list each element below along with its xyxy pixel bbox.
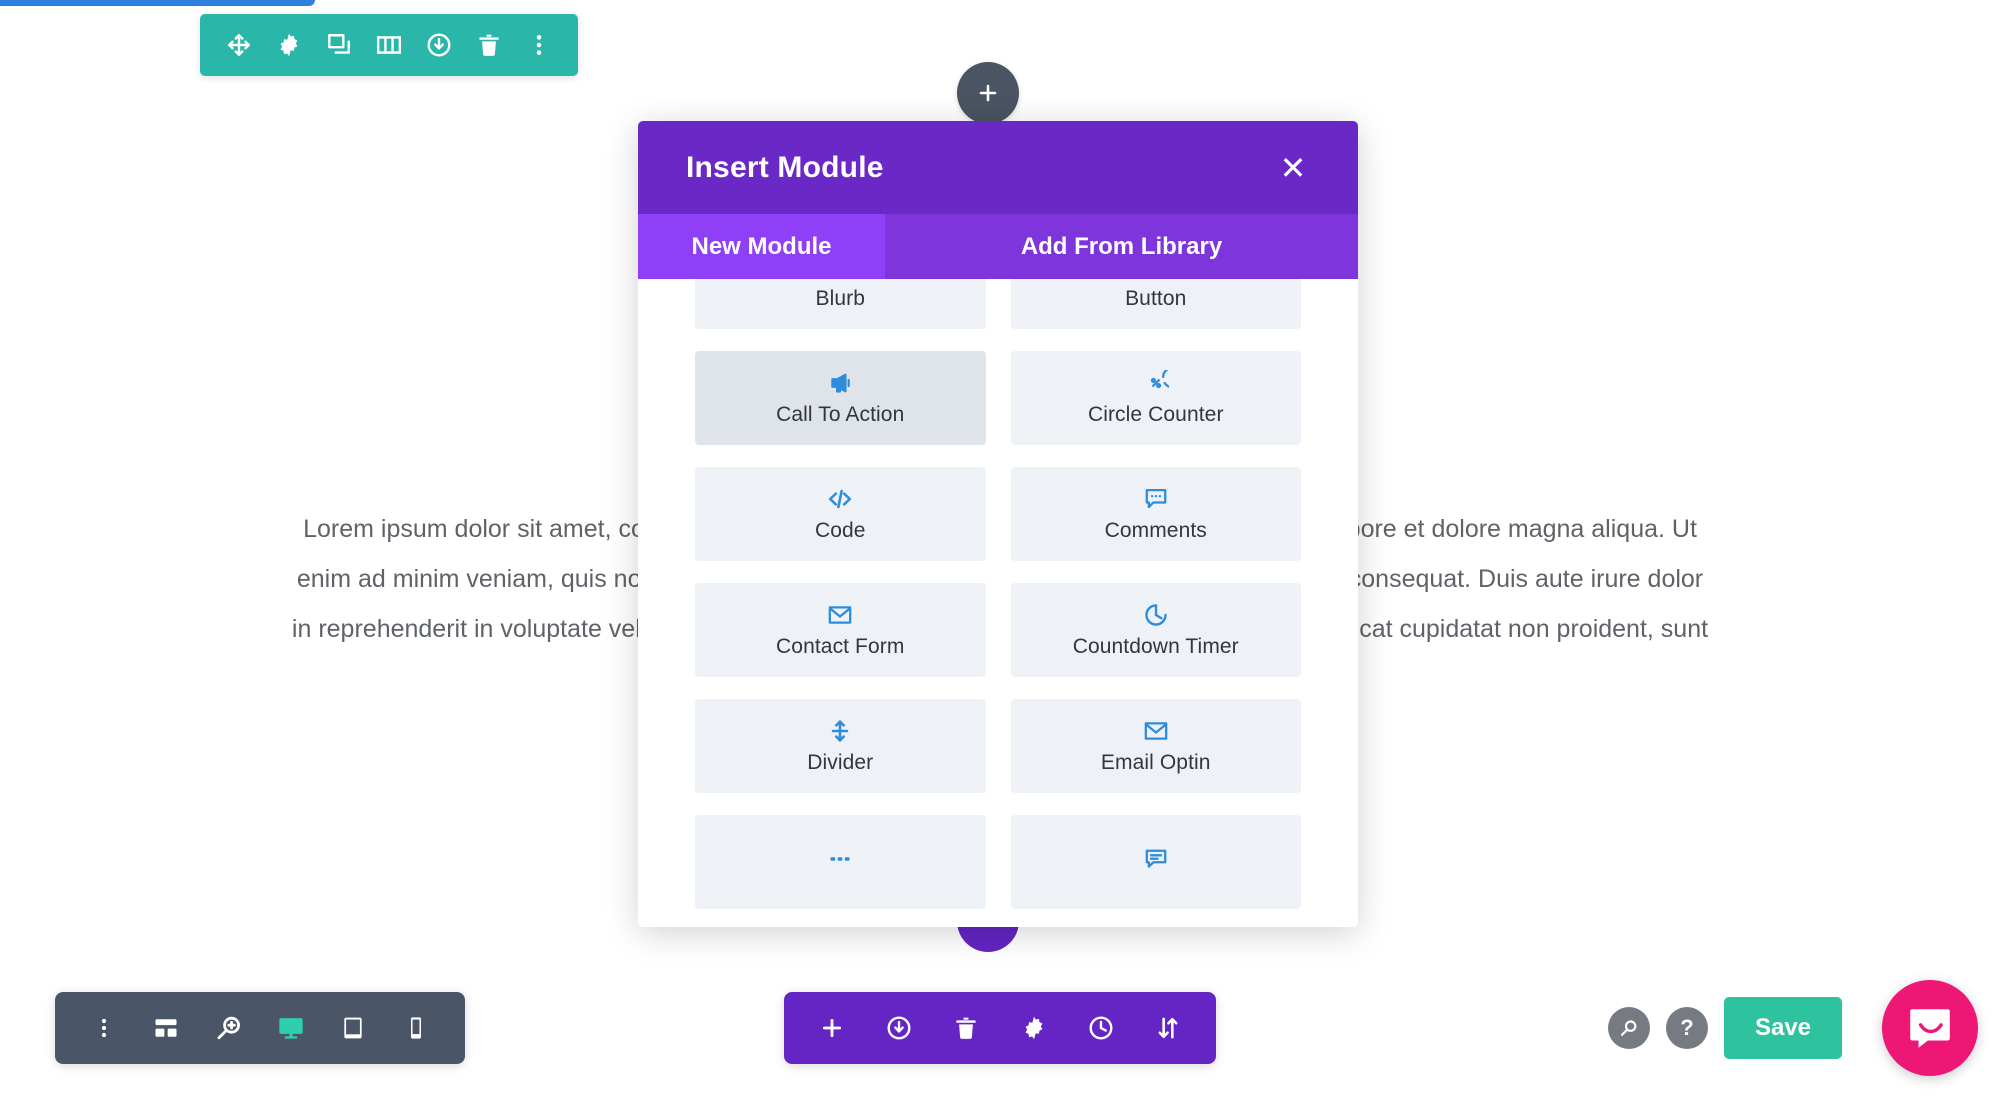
module-item-label: Divider: [807, 750, 874, 774]
divider-icon: [827, 718, 853, 744]
duplicate-icon[interactable]: [314, 14, 364, 76]
module-item-label: Email Optin: [1100, 750, 1211, 774]
modal-title: Insert Module: [686, 150, 884, 184]
plus-icon[interactable]: [807, 1002, 857, 1054]
modal-tabs: New Module Add From Library: [638, 214, 1358, 279]
module-item-label: Countdown Timer: [1072, 634, 1239, 658]
module-item[interactable]: Comments: [1010, 467, 1301, 561]
module-item-label: Button: [1125, 286, 1187, 310]
envelope-icon: [1143, 718, 1169, 744]
bottom-right-controls: ? Save: [1608, 980, 2000, 1076]
module-item-label: Blurb: [815, 286, 866, 310]
module-item[interactable]: Countdown Timer: [1010, 583, 1301, 677]
wireframe-icon[interactable]: [140, 1002, 192, 1054]
module-item-label: Circle Counter: [1087, 402, 1224, 426]
builder-canvas: We'll Get It Done Lorem ipsum dolor sit …: [0, 0, 2000, 1107]
module-item[interactable]: Call To Action: [695, 351, 986, 445]
add-module-button-top[interactable]: [957, 62, 1019, 124]
search-icon[interactable]: [1608, 1007, 1650, 1049]
module-item-label: Call To Action: [776, 402, 905, 426]
insert-module-modal: Insert Module ✕ New Module Add From Libr…: [638, 121, 1358, 927]
more-options-icon[interactable]: [78, 1002, 130, 1054]
module-item-label: Comments: [1104, 518, 1207, 542]
chat-icon: [1143, 846, 1169, 872]
tab-new-module[interactable]: New Module: [638, 214, 885, 279]
module-item[interactable]: Code: [695, 467, 986, 561]
module-item-label: Contact Form: [776, 634, 905, 658]
tab-add-from-library[interactable]: Add From Library: [885, 214, 1358, 279]
phone-icon[interactable]: [390, 1002, 442, 1054]
view-mode-toolbar: [55, 992, 465, 1064]
desktop-icon[interactable]: [265, 1002, 317, 1054]
save-icon[interactable]: [874, 1002, 924, 1054]
module-item[interactable]: [695, 815, 986, 909]
page-actions-toolbar: [784, 992, 1216, 1064]
portability-icon[interactable]: [1143, 1002, 1193, 1054]
more-options-icon[interactable]: [514, 14, 564, 76]
module-item-label: Code: [814, 518, 866, 542]
comments-icon: [1143, 486, 1169, 512]
trash-icon[interactable]: [464, 14, 514, 76]
percent-circle-icon: [1143, 369, 1169, 396]
modal-body[interactable]: Blurb Button Call To Action Circle Counter C…: [638, 279, 1358, 927]
dots-icon: [827, 846, 853, 872]
module-item[interactable]: Divider: [695, 699, 986, 793]
module-hover-toolbar[interactable]: [200, 14, 578, 76]
module-item[interactable]: Blurb: [695, 279, 986, 329]
button-icon: [1143, 279, 1169, 280]
module-item[interactable]: Email Optin: [1010, 699, 1301, 793]
move-icon[interactable]: [214, 14, 264, 76]
module-item[interactable]: Circle Counter: [1010, 351, 1301, 445]
megaphone-icon: [827, 370, 853, 396]
gear-icon[interactable]: [1009, 1002, 1059, 1054]
code-icon: [826, 486, 854, 512]
blurb-icon: [827, 279, 853, 280]
history-icon[interactable]: [1076, 1002, 1126, 1054]
row-hover-indicator: [0, 0, 315, 6]
help-icon[interactable]: ?: [1666, 1007, 1708, 1049]
zoom-icon[interactable]: [203, 1002, 255, 1054]
save-button[interactable]: Save: [1724, 997, 1842, 1059]
close-icon[interactable]: ✕: [1276, 151, 1310, 185]
module-item[interactable]: Button: [1010, 279, 1301, 329]
clock-icon: [1143, 602, 1169, 628]
module-item[interactable]: [1010, 815, 1301, 909]
module-grid: Blurb Button Call To Action Circle Counter C…: [695, 279, 1301, 909]
envelope-icon: [827, 602, 853, 628]
modal-header: Insert Module ✕: [638, 121, 1358, 214]
module-item[interactable]: Contact Form: [695, 583, 986, 677]
save-to-library-icon[interactable]: [414, 14, 464, 76]
tablet-icon[interactable]: [327, 1002, 379, 1054]
gear-icon[interactable]: [264, 14, 314, 76]
trash-icon[interactable]: [941, 1002, 991, 1054]
chat-icon[interactable]: [1882, 980, 1978, 1076]
columns-icon[interactable]: [364, 14, 414, 76]
